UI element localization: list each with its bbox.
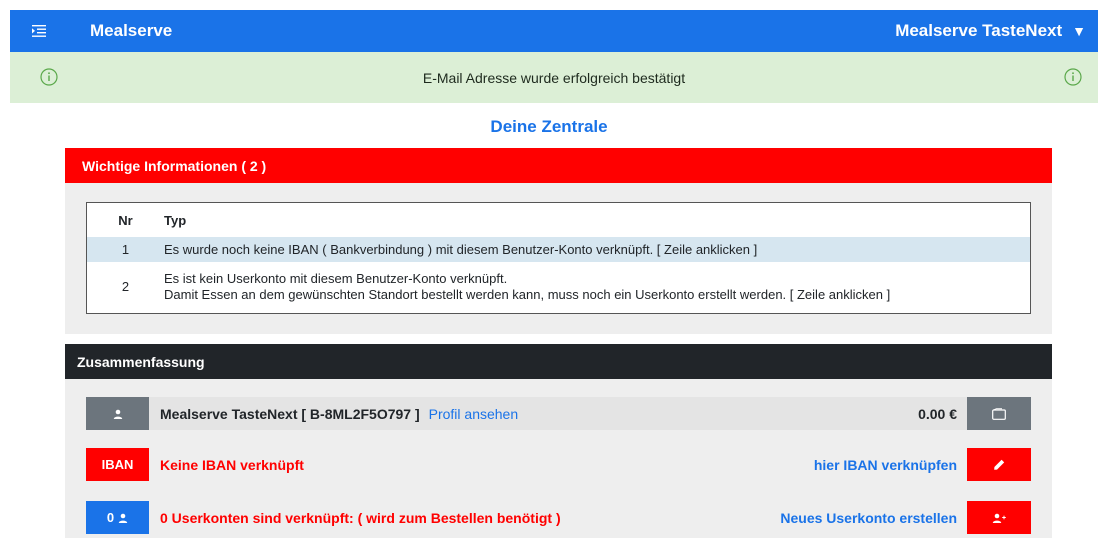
profile-link[interactable]: Profil ansehen (429, 406, 519, 422)
row-text-line: Damit Essen an dem gewünschten Standort … (164, 286, 891, 302)
summary-card: Zusammenfassung Mealserve TasteNext [ B-… (65, 344, 1052, 538)
brand-title[interactable]: Mealserve (90, 21, 172, 41)
user-icon (118, 513, 128, 523)
user-plus-icon (992, 513, 1006, 523)
user-icon (86, 397, 149, 430)
edit-iban-button[interactable] (967, 448, 1031, 481)
info-circle-icon[interactable] (1064, 68, 1082, 86)
important-info-header: Wichtige Informationen ( 2 ) (65, 148, 1052, 183)
alert-message: E-Mail Adresse wurde erfolgreich bestäti… (422, 69, 686, 86)
userkonten-badge: 0 (86, 501, 149, 534)
userkonten-row: 0 0 Userkonten sind verknüpft: ( wird zu… (86, 501, 1031, 534)
table-row[interactable]: 2 Es ist kein Userkonto mit diesem Benut… (87, 262, 1030, 311)
caret-down-icon: ▼ (1072, 23, 1086, 39)
profile-name: Mealserve TasteNext [ B-8ML2F5O797 ] (160, 405, 420, 422)
iban-status: Keine IBAN verknüpft (160, 456, 304, 473)
wallet-icon (992, 407, 1006, 420)
column-header-nr: Nr (118, 212, 133, 228)
important-info-table: Nr Typ 1 Es wurde noch keine IBAN ( Bank… (86, 202, 1031, 314)
important-info-card: Wichtige Informationen ( 2 ) Nr Typ 1 Es… (65, 148, 1052, 334)
add-userkonto-button[interactable] (967, 501, 1031, 534)
page-title: Deine Zentrale (490, 117, 608, 136)
userkonten-status: 0 Userkonten sind verknüpft: ( wird zum … (160, 509, 561, 526)
row-number: 1 (121, 242, 130, 257)
wallet-button[interactable] (967, 397, 1031, 430)
table-row[interactable]: 1 Es wurde noch keine IBAN ( Bankverbind… (87, 237, 1030, 262)
summary-header: Zusammenfassung (65, 344, 1052, 379)
row-text: Es wurde noch keine IBAN ( Bankverbindun… (164, 242, 758, 257)
list-indent-icon[interactable] (10, 10, 68, 52)
account-dropdown[interactable]: Mealserve TasteNext ▼ (895, 21, 1098, 41)
iban-badge: IBAN (86, 448, 149, 481)
row-text-line: Es ist kein Userkonto mit diesem Benutze… (164, 270, 508, 286)
table-header-row: Nr Typ (87, 203, 1030, 237)
row-number: 2 (121, 278, 130, 294)
userkonten-count: 0 (106, 510, 115, 525)
link-iban-link[interactable]: hier IBAN verknüpfen (814, 457, 957, 473)
create-userkonto-link[interactable]: Neues Userkonto erstellen (780, 510, 957, 526)
pencil-icon (993, 459, 1005, 471)
iban-row: IBAN Keine IBAN verknüpft hier IBAN verk… (86, 448, 1031, 481)
balance-value: 0.00 € (918, 405, 957, 422)
column-header-typ: Typ (164, 212, 187, 228)
row-text: Es ist kein Userkonto mit diesem Benutze… (164, 271, 1030, 303)
top-navbar: Mealserve Mealserve TasteNext ▼ (10, 10, 1098, 52)
info-circle-icon (40, 68, 58, 86)
profile-row: Mealserve TasteNext [ B-8ML2F5O797 ] Pro… (86, 397, 1031, 430)
email-confirmed-alert: E-Mail Adresse wurde erfolgreich bestäti… (10, 52, 1098, 103)
account-name: Mealserve TasteNext (895, 21, 1063, 40)
